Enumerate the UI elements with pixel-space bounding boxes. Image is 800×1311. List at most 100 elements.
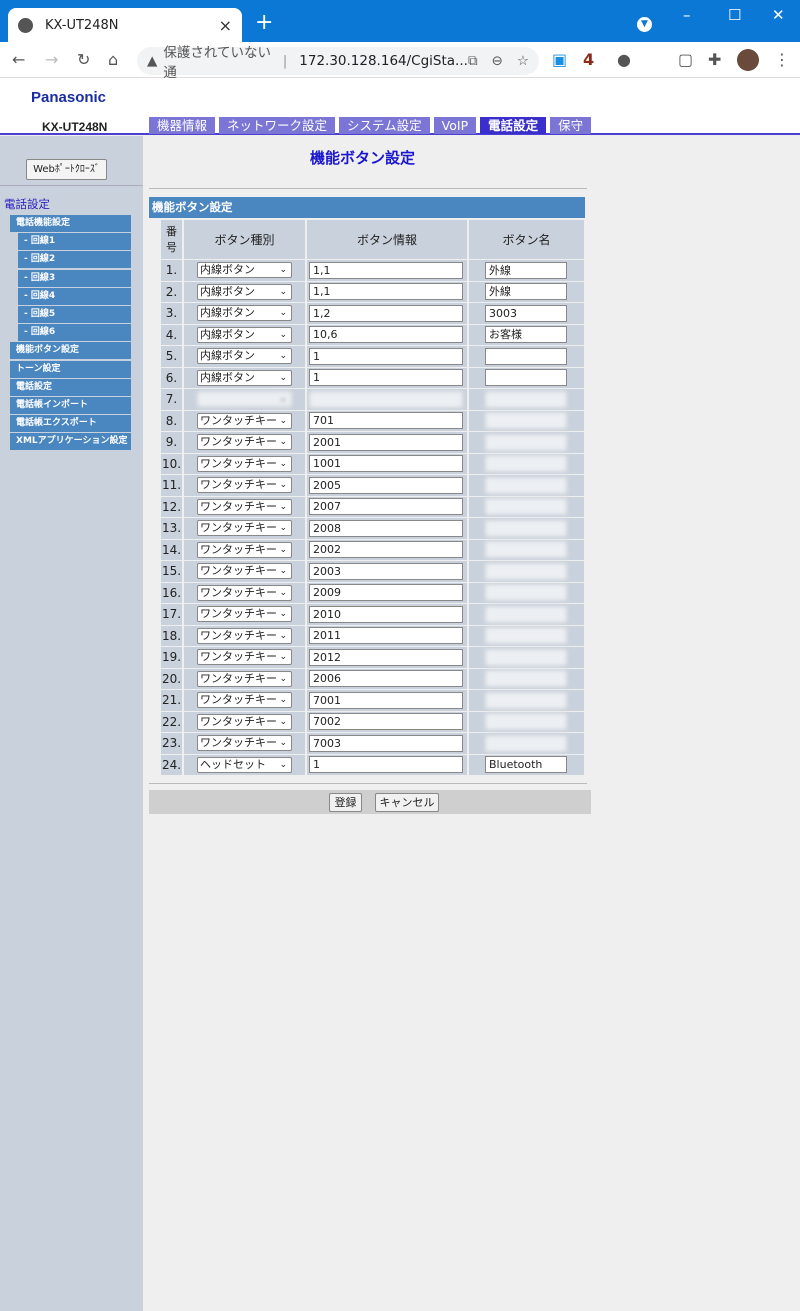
- button-type-select[interactable]: ワンタッチキー ⌄: [197, 477, 292, 494]
- save-button[interactable]: 登録: [329, 793, 362, 812]
- home-icon[interactable]: ⌂: [108, 50, 118, 69]
- button-info-input[interactable]: 2001: [309, 433, 463, 451]
- button-info-input[interactable]: 1,2: [309, 304, 463, 322]
- button-type-select[interactable]: ワンタッチキー ⌄: [197, 670, 292, 687]
- browser-tab[interactable]: KX-UT248N ×: [8, 8, 242, 42]
- button-name-input[interactable]: [485, 412, 567, 430]
- button-info-input[interactable]: 1,1: [309, 261, 463, 279]
- button-name-input[interactable]: [485, 562, 567, 580]
- close-window-icon[interactable]: ✕: [772, 6, 785, 24]
- button-name-input[interactable]: お客様: [485, 326, 567, 344]
- button-type-select[interactable]: ワンタッチキー ⌄: [197, 520, 292, 537]
- cancel-button[interactable]: キャンセル: [375, 793, 439, 812]
- button-info-input[interactable]: 1: [309, 347, 463, 365]
- button-type-select[interactable]: 内線ボタン ⌄: [197, 326, 292, 343]
- reload-icon[interactable]: ↻: [77, 50, 90, 69]
- sidebar-item[interactable]: トーン設定: [10, 360, 131, 378]
- sidebar-item[interactable]: - 回線5: [18, 305, 131, 323]
- button-info-input[interactable]: 7003: [309, 734, 463, 752]
- button-type-select[interactable]: ワンタッチキー ⌄: [197, 584, 292, 601]
- sidebar-item[interactable]: - 回線1: [18, 233, 131, 251]
- button-info-input[interactable]: 2007: [309, 498, 463, 516]
- button-type-select[interactable]: ワンタッチキー ⌄: [197, 563, 292, 580]
- address-bar[interactable]: ▲ 保護されていない通 | 172.30.128.164/CgiSta... ⧉…: [137, 45, 539, 81]
- sidebar-item[interactable]: 電話設定: [10, 378, 131, 396]
- button-type-select[interactable]: 内線ボタン ⌄: [197, 369, 292, 386]
- button-info-input[interactable]: 7001: [309, 691, 463, 709]
- sidebar-item[interactable]: - 回線3: [18, 269, 131, 287]
- zoom-icon[interactable]: ⊖: [492, 53, 503, 69]
- sidebar-item[interactable]: - 回線6: [18, 324, 131, 342]
- button-name-input[interactable]: [485, 584, 567, 602]
- button-name-input[interactable]: [485, 433, 567, 451]
- button-info-input[interactable]: 2010: [309, 605, 463, 623]
- puzzle-icon[interactable]: ✚: [708, 50, 721, 69]
- button-type-select[interactable]: ワンタッチキー ⌄: [197, 606, 292, 623]
- sidebar-item[interactable]: 機能ボタン設定: [10, 342, 131, 360]
- button-info-input[interactable]: 10,6: [309, 326, 463, 344]
- sidebar-item[interactable]: XMLアプリケーション設定: [10, 433, 131, 451]
- nav-tab[interactable]: 機器情報: [149, 117, 216, 134]
- button-name-input[interactable]: 外線: [485, 261, 567, 279]
- nav-tab[interactable]: VoIP: [433, 117, 477, 134]
- web-port-close-button[interactable]: Webﾎﾟｰﾄｸﾛｰｽﾞ: [26, 159, 107, 180]
- url-text[interactable]: 172.30.128.164/CgiSta...: [299, 53, 468, 69]
- avatar[interactable]: [737, 49, 759, 71]
- button-type-select[interactable]: ワンタッチキー ⌄: [197, 455, 292, 472]
- button-name-input[interactable]: [485, 713, 567, 731]
- button-name-input[interactable]: [485, 369, 567, 387]
- button-type-select[interactable]: ⌄: [197, 391, 292, 408]
- line-extension-icon[interactable]: ▢: [678, 50, 693, 69]
- button-name-input[interactable]: 3003: [485, 304, 567, 322]
- extension-icon[interactable]: ▣: [552, 50, 567, 69]
- button-type-select[interactable]: ワンタッチキー ⌄: [197, 649, 292, 666]
- button-info-input[interactable]: 1: [309, 369, 463, 387]
- button-name-input[interactable]: [485, 648, 567, 666]
- button-type-select[interactable]: ワンタッチキー ⌄: [197, 412, 292, 429]
- button-type-select[interactable]: 内線ボタン ⌄: [197, 283, 292, 300]
- button-type-select[interactable]: 内線ボタン ⌄: [197, 348, 292, 365]
- button-name-input[interactable]: [485, 734, 567, 752]
- button-info-input[interactable]: 1,1: [309, 283, 463, 301]
- button-name-input[interactable]: [485, 519, 567, 537]
- button-info-input[interactable]: 2002: [309, 541, 463, 559]
- button-name-input[interactable]: [485, 347, 567, 365]
- nav-tab[interactable]: ネットワーク設定: [219, 117, 336, 134]
- button-name-input[interactable]: [485, 498, 567, 516]
- button-name-input[interactable]: [485, 541, 567, 559]
- button-info-input[interactable]: [309, 390, 463, 408]
- sidebar-item[interactable]: - 回線2: [18, 251, 131, 269]
- button-info-input[interactable]: 2003: [309, 562, 463, 580]
- button-type-select[interactable]: 内線ボタン ⌄: [197, 262, 292, 279]
- sidebar-item[interactable]: 電話帳エクスポート: [10, 415, 131, 433]
- button-info-input[interactable]: 2011: [309, 627, 463, 645]
- button-name-input[interactable]: [485, 670, 567, 688]
- location-pin-icon[interactable]: ●: [617, 50, 631, 69]
- minimize-icon[interactable]: –: [683, 6, 691, 24]
- close-tab-icon[interactable]: ×: [219, 16, 232, 35]
- button-info-input[interactable]: 2006: [309, 670, 463, 688]
- security-label[interactable]: 保護されていない通: [163, 41, 276, 81]
- more-menu-icon[interactable]: ⋮: [774, 50, 790, 69]
- button-info-input[interactable]: 701: [309, 412, 463, 430]
- bookmark-star-icon[interactable]: ☆: [517, 53, 529, 69]
- button-name-input[interactable]: [485, 390, 567, 408]
- button-name-input[interactable]: 外線: [485, 283, 567, 301]
- button-info-input[interactable]: 7002: [309, 713, 463, 731]
- translate-icon[interactable]: ⧉: [468, 53, 478, 69]
- button-name-input[interactable]: [485, 455, 567, 473]
- sidebar-item[interactable]: 電話帳インポート: [10, 396, 131, 414]
- button-info-input[interactable]: 1: [309, 756, 463, 774]
- button-type-select[interactable]: ワンタッチキー ⌄: [197, 627, 292, 644]
- button-type-select[interactable]: ワンタッチキー ⌄: [197, 498, 292, 515]
- button-type-select[interactable]: ワンタッチキー ⌄: [197, 735, 292, 752]
- button-type-select[interactable]: ヘッドセット ⌄: [197, 756, 292, 773]
- button-type-select[interactable]: ワンタッチキー ⌄: [197, 713, 292, 730]
- button-info-input[interactable]: 2012: [309, 648, 463, 666]
- button-type-select[interactable]: ワンタッチキー ⌄: [197, 541, 292, 558]
- back-icon[interactable]: ←: [12, 50, 25, 69]
- tab-search-icon[interactable]: ▼: [637, 17, 652, 32]
- nav-tab[interactable]: システム設定: [339, 117, 430, 134]
- button-name-input[interactable]: [485, 627, 567, 645]
- maximize-icon[interactable]: ☐: [728, 6, 741, 24]
